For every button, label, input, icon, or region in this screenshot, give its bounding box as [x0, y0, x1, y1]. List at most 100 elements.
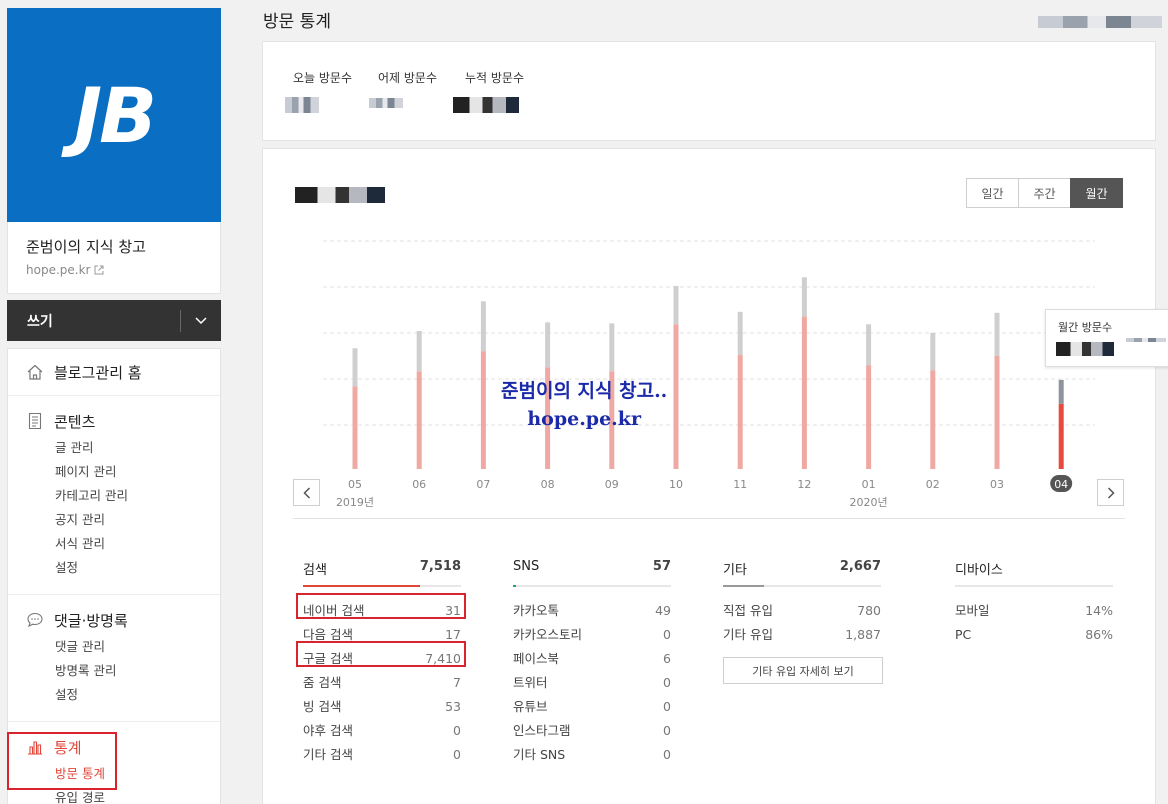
sns-row-label: 카카오톡 [513, 603, 560, 618]
etc-row-label: 직접 유입 [723, 603, 773, 618]
home-icon [27, 364, 43, 380]
watermark-line2: hope.pe.kr [527, 408, 641, 430]
speech-bubble-icon [27, 612, 43, 628]
device-row-value: 86% [1085, 627, 1113, 642]
month-tick-label: 01 [862, 478, 876, 491]
page-title: 방문 통계 [263, 12, 331, 32]
summary-today-label: 오늘 방문수 [293, 71, 353, 85]
external-link-icon [94, 265, 104, 275]
chart-prev-button[interactable] [293, 479, 320, 506]
chart-bar-upper [673, 285, 679, 325]
month-tick-label: 11 [733, 478, 747, 491]
menu-item-comments[interactable]: 댓글 관리 [55, 635, 220, 659]
month-tick-label: 12 [797, 478, 811, 491]
blog-url-link[interactable]: hope.pe.kr [26, 263, 202, 277]
redacted-yesterday-count [369, 98, 403, 108]
document-icon [28, 412, 42, 430]
sns-row-label: 기타 SNS [513, 747, 566, 762]
search-row-value: 0 [453, 747, 461, 762]
etc-row-value: 1,887 [845, 627, 881, 642]
chart-bar-upper [416, 331, 422, 372]
chart-bar-lower [737, 354, 743, 469]
etc-row-label: 기타 유입 [723, 627, 773, 642]
search-row: 기타 검색 0 [303, 743, 461, 767]
month-tick-label: 04 [1054, 478, 1068, 491]
month-tick-label: 02 [926, 478, 940, 491]
sns-row-value: 6 [663, 651, 671, 666]
highlight-box-stats-menu [7, 732, 117, 790]
chart-bar-lower [352, 386, 358, 469]
menu-item-comments-settings[interactable]: 설정 [55, 683, 220, 707]
menu-contents[interactable]: 콘텐츠 [26, 410, 220, 432]
search-title: 검색 [303, 563, 327, 578]
search-row-label: 줌 검색 [303, 675, 342, 690]
summary-today: 오늘 방문수 [293, 69, 352, 86]
etc-detail-button[interactable]: 기타 유입 자세히 보기 [723, 657, 883, 684]
etc-row: 직접 유입 780 [723, 599, 881, 623]
search-row-value: 0 [453, 723, 461, 738]
menu-item-notices[interactable]: 공지 관리 [55, 508, 220, 532]
chart-bar-lower [801, 316, 807, 469]
search-total: 7,518 [419, 559, 461, 574]
search-row-value: 53 [445, 699, 461, 714]
summary-total: 누적 방문수 [465, 69, 524, 86]
blog-info: 준범이의 지식 창고 hope.pe.kr [7, 222, 221, 294]
sns-row: 페이스북 6 [513, 647, 671, 671]
menu-home-label: 블로그관리 홈 [54, 363, 142, 382]
blog-name[interactable]: 준범이의 지식 창고 [26, 236, 202, 257]
etc-header: 기타 2,667 [723, 559, 881, 579]
sns-row-value: 0 [663, 723, 671, 738]
month-tick-label: 05 [348, 478, 362, 491]
sns-header: SNS 57 [513, 559, 671, 579]
watermark: 준범이의 지식 창고.. hope.pe.kr [501, 377, 667, 433]
chart-bar-lower [673, 324, 679, 469]
chart-tooltip: 월간 방문수 [1045, 309, 1168, 367]
write-dropdown-toggle[interactable] [181, 300, 221, 341]
stats-etc: 기타 2,667 직접 유입 780 기타 유입 1,887 기타 유입 자세히 보기 [723, 559, 883, 684]
year-label: 2020년 [850, 496, 888, 509]
chart-bar-upper [930, 332, 936, 371]
menu-item-templates[interactable]: 서식 관리 [55, 532, 220, 556]
menu-comments[interactable]: 댓글·방명록 [26, 609, 220, 631]
year-label: 2019년 [336, 496, 374, 509]
chart-next-button[interactable] [1097, 479, 1124, 506]
menu-item-categories[interactable]: 카테고리 관리 [55, 484, 220, 508]
search-row: 줌 검색 7 [303, 671, 461, 695]
chart-bar-upper [352, 348, 358, 387]
menu-home[interactable]: 블로그관리 홈 [8, 349, 220, 396]
sns-row-value: 0 [663, 699, 671, 714]
device-row: PC 86% [955, 623, 1113, 647]
etc-share-bar [723, 585, 881, 587]
blog-url: hope.pe.kr [26, 263, 91, 277]
chart-bar-lower [480, 351, 486, 469]
sns-share-bar [513, 585, 671, 587]
write-button[interactable]: 쓰기 [7, 311, 180, 331]
device-row: 모바일 14% [955, 599, 1113, 623]
search-row: 빙 검색 53 [303, 695, 461, 719]
chart-bar-upper [480, 301, 486, 352]
sns-row: 카카오스토리 0 [513, 623, 671, 647]
search-rows: 네이버 검색 31 다음 검색 17 구글 검색 7,410 줌 검색 7 빙 검색 53 야후 검… [303, 599, 461, 767]
menu-item-posts[interactable]: 글 관리 [55, 436, 220, 460]
etc-title: 기타 [723, 563, 747, 578]
sns-row: 트위터 0 [513, 671, 671, 695]
device-title: 디바이스 [955, 563, 1003, 578]
sns-row: 카카오톡 49 [513, 599, 671, 623]
menu-item-pages[interactable]: 페이지 관리 [55, 460, 220, 484]
logo-text: JB [73, 70, 157, 160]
blog-logo[interactable]: JB [7, 8, 221, 222]
menu-item-contents-settings[interactable]: 설정 [55, 556, 220, 580]
menu-item-guestbook[interactable]: 방명록 관리 [55, 659, 220, 683]
etc-rows: 직접 유입 780 기타 유입 1,887 [723, 599, 881, 647]
month-tick-label: 10 [669, 478, 683, 491]
search-header: 검색 7,518 [303, 559, 461, 579]
chevron-left-icon [302, 486, 310, 499]
sns-total: 57 [652, 559, 671, 574]
chart-bar-lower [994, 355, 1000, 469]
etc-total: 2,667 [839, 559, 881, 574]
chevron-right-icon [1107, 486, 1115, 499]
redacted-tooltip-legend [1126, 338, 1166, 342]
month-tick-label: 08 [541, 478, 555, 491]
search-row-label: 빙 검색 [303, 699, 342, 714]
summary-yesterday: 어제 방문수 [378, 69, 437, 86]
